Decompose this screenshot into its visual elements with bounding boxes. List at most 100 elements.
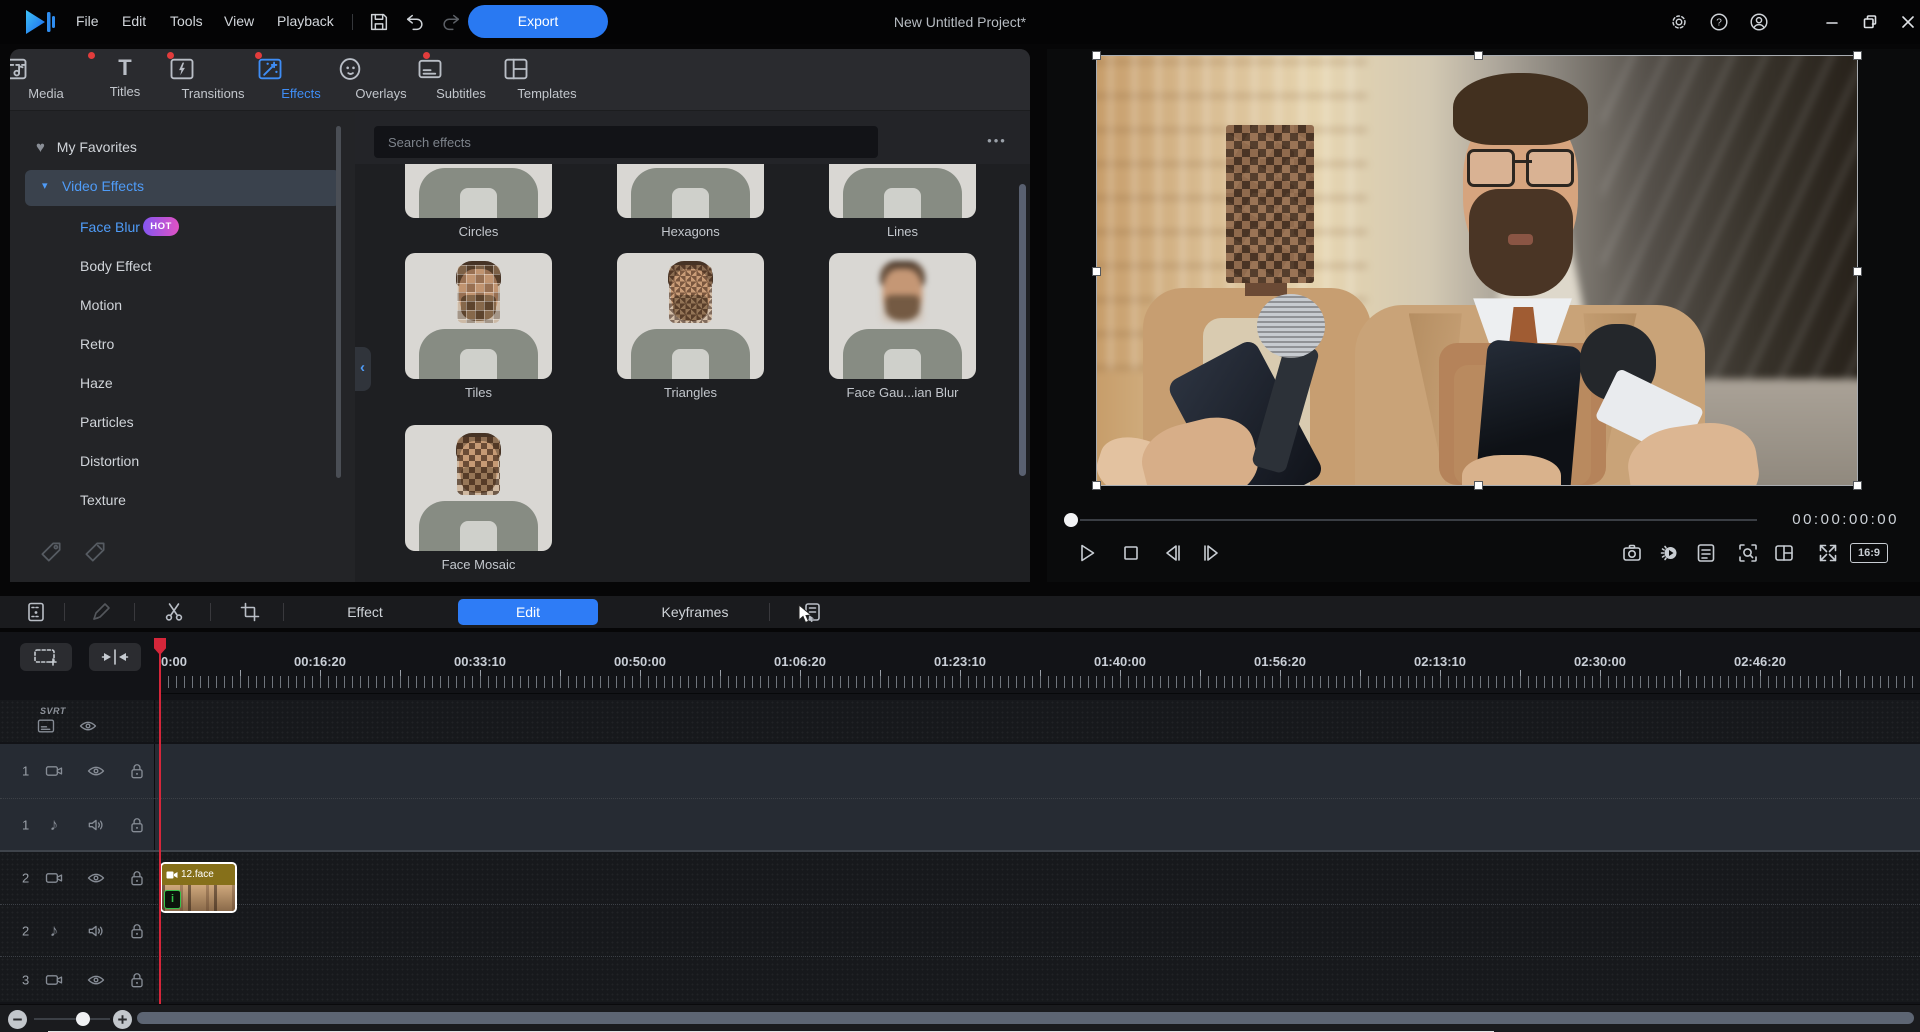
selection-handle-ne[interactable] (1853, 51, 1862, 60)
tab-media[interactable]: Media (10, 55, 91, 101)
video-track-3-lane[interactable]: 3 (0, 956, 1920, 1002)
mute-toggle-icon[interactable] (86, 921, 106, 941)
effect-card-face-mosaic[interactable]: Face Mosaic (405, 425, 552, 572)
zoom-slider-handle[interactable] (76, 1012, 90, 1026)
sidebar-item-particles[interactable]: Particles (80, 414, 134, 430)
sidebar-item-video-effects[interactable]: ▾ Video Effects (25, 170, 340, 206)
audio-track-2-header: 2 ♪ (0, 905, 155, 956)
sidebar-item-texture[interactable]: Texture (80, 492, 126, 508)
tab-titles[interactable]: T Titles (80, 55, 170, 99)
sidebar-item-motion[interactable]: Motion (80, 297, 122, 313)
timeline-clip-12face[interactable]: 12.face i (160, 862, 237, 913)
previous-frame-button[interactable] (1161, 541, 1185, 565)
effect-card-face-gaussian-blur[interactable]: Face Gau...ian Blur (829, 253, 976, 400)
close-button[interactable] (1898, 12, 1918, 32)
search-input[interactable] (374, 126, 878, 158)
stop-button[interactable] (1119, 541, 1143, 565)
seek-bar[interactable] (1080, 519, 1757, 521)
selection-handle-nw[interactable] (1092, 51, 1101, 60)
lock-toggle-icon[interactable] (127, 815, 147, 835)
tag-remove-icon[interactable] (82, 539, 108, 565)
sidebar-item-retro[interactable]: Retro (80, 336, 114, 352)
track-number: 2 (22, 871, 29, 886)
sidebar-item-haze[interactable]: Haze (80, 375, 113, 391)
selection-handle-s[interactable] (1474, 481, 1483, 490)
tab-effects[interactable]: Effects (256, 55, 346, 101)
video-track-2-lane[interactable]: 2 (0, 850, 1920, 904)
render-preview-icon[interactable] (1658, 541, 1682, 565)
lock-toggle-icon[interactable] (127, 868, 147, 888)
sidebar-item-label: Video Effects (62, 178, 144, 194)
eye-toggle-icon[interactable] (86, 761, 106, 781)
preview-video-frame[interactable] (1096, 55, 1858, 486)
help-icon[interactable]: ? (1708, 11, 1730, 33)
settings-gear-icon[interactable] (1668, 11, 1690, 33)
sidebar-item-face-blur[interactable]: Face Blur (80, 219, 140, 235)
video-track-icon (44, 761, 64, 781)
tab-keyframes[interactable]: Keyframes (650, 599, 740, 625)
eye-toggle-icon[interactable] (78, 716, 98, 736)
seek-handle[interactable] (1064, 513, 1078, 527)
sidebar-item-my-favorites[interactable]: ♥ My Favorites (36, 139, 137, 156)
selection-handle-se[interactable] (1853, 481, 1862, 490)
effects-scrollbar[interactable] (1019, 184, 1026, 476)
horizontal-scrollbar[interactable] (137, 1012, 1914, 1024)
zoom-in-button[interactable] (113, 1010, 132, 1029)
audio-track-2-lane[interactable]: 2 ♪ (0, 904, 1920, 956)
tag-icon[interactable] (38, 539, 64, 565)
account-icon[interactable] (1748, 11, 1770, 33)
crop-icon[interactable] (238, 600, 262, 624)
split-scissors-icon[interactable] (162, 600, 186, 624)
lock-toggle-icon[interactable] (127, 761, 147, 781)
eye-toggle-icon[interactable] (86, 868, 106, 888)
tab-templates[interactable]: Templates (502, 55, 592, 101)
selection-handle-w[interactable] (1092, 267, 1101, 276)
eye-toggle-icon[interactable] (86, 970, 106, 990)
ruler-label: 01:06:20 (774, 654, 826, 669)
range-select-icon[interactable] (24, 600, 48, 624)
play-button[interactable] (1075, 541, 1099, 565)
minimize-button[interactable] (1822, 12, 1842, 32)
add-track-button[interactable] (20, 643, 72, 671)
more-options-button[interactable]: ••• (977, 127, 1017, 155)
sidebar-scrollbar[interactable] (336, 126, 341, 478)
tab-subtitles[interactable]: Subtitles (416, 55, 506, 101)
playhead-line[interactable] (159, 640, 161, 1004)
aspect-ratio-badge[interactable]: 16:9 (1850, 543, 1888, 563)
marker-list-icon[interactable] (1694, 541, 1718, 565)
track-number: 3 (22, 972, 29, 987)
collapse-sidebar-button[interactable]: ‹ (355, 347, 371, 391)
asset-tab-strip: Media T Titles Transitions (10, 49, 1030, 111)
align-playhead-button[interactable] (89, 643, 141, 671)
dual-preview-icon[interactable] (1772, 541, 1796, 565)
sidebar-item-distortion[interactable]: Distortion (80, 453, 139, 469)
zoom-out-button[interactable] (8, 1010, 27, 1029)
selection-handle-n[interactable] (1474, 51, 1483, 60)
fullscreen-icon[interactable] (1816, 541, 1840, 565)
snapshot-camera-icon[interactable] (1620, 541, 1644, 565)
restore-button[interactable] (1860, 12, 1880, 32)
zoom-slider-track[interactable] (34, 1018, 110, 1020)
tab-edit[interactable]: Edit (458, 599, 598, 625)
audio-track-1-lane[interactable]: 1 ♪ (0, 798, 1920, 850)
selection-handle-sw[interactable] (1092, 481, 1101, 490)
track-number: 1 (22, 817, 29, 832)
subtitle-track-icon[interactable] (36, 716, 56, 736)
subtitle-track-row[interactable]: SVRT (0, 700, 1920, 742)
sidebar-item-body-effect[interactable]: Body Effect (80, 258, 151, 274)
lock-toggle-icon[interactable] (127, 970, 147, 990)
lock-toggle-icon[interactable] (127, 921, 147, 941)
tab-label: Effects (256, 86, 346, 101)
next-frame-button[interactable] (1199, 541, 1223, 565)
timeline-ruler[interactable]: 0:00 00:16:20 00:33:10 00:50:00 01:06:20… (160, 640, 1920, 694)
razor-pen-icon[interactable] (89, 600, 113, 624)
video-track-1-lane[interactable]: 1 12.face i (0, 744, 1920, 798)
tab-transitions[interactable]: Transitions (168, 55, 258, 101)
selection-handle-e[interactable] (1853, 267, 1862, 276)
effect-card-triangles[interactable]: Triangles (617, 253, 764, 400)
mute-toggle-icon[interactable] (86, 815, 106, 835)
tab-overlays[interactable]: Overlays (336, 55, 426, 101)
zoom-tool-icon[interactable] (1736, 541, 1760, 565)
effect-card-tiles[interactable]: Tiles (405, 253, 552, 400)
tab-effect[interactable]: Effect (325, 599, 405, 625)
